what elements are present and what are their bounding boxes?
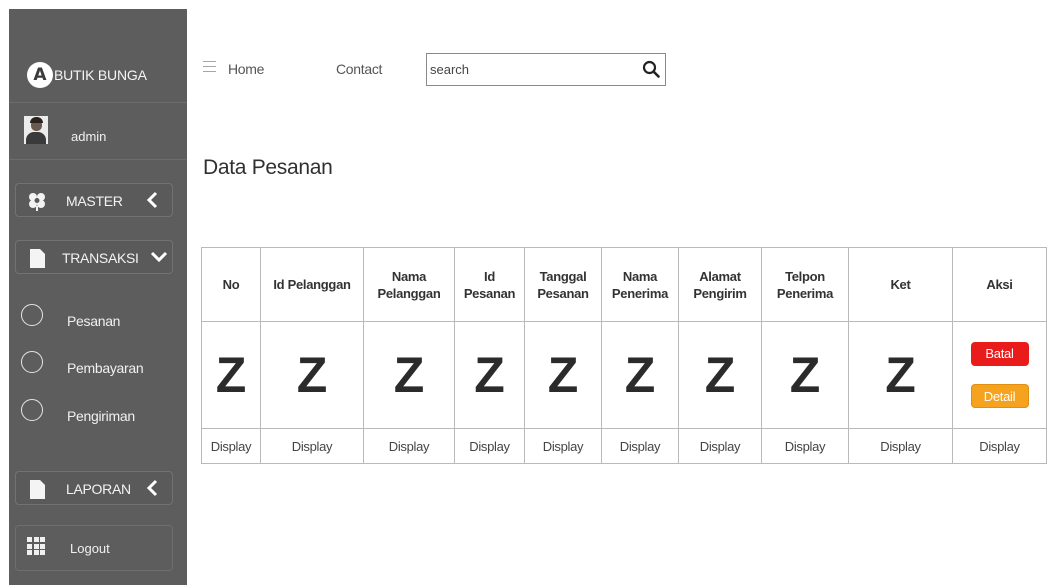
- display-cell: Display: [524, 428, 602, 464]
- sidebar-subitem-label: Pengiriman: [67, 408, 135, 424]
- page-title: Data Pesanan: [203, 156, 333, 179]
- flower-icon: [29, 193, 45, 211]
- display-cell: Display: [454, 428, 525, 464]
- placeholder-cell: Z: [454, 321, 525, 429]
- logout-label: Logout: [70, 541, 110, 556]
- sidebar-item-laporan-label: LAPORAN: [66, 481, 131, 497]
- sidebar-item-transaksi-label: TRANSAKSI: [62, 250, 139, 266]
- header-aksi: Aksi: [952, 247, 1047, 322]
- sidebar-subitem-pengiriman[interactable]: Pengiriman: [9, 396, 187, 436]
- document-icon: [30, 249, 45, 268]
- detail-button[interactable]: Detail: [970, 384, 1029, 408]
- search-box: [426, 53, 666, 86]
- sidebar: A BUTIK BUNGA admin MASTER TRANSAKSI Pes…: [9, 9, 187, 585]
- cancel-button[interactable]: Batal: [970, 342, 1029, 366]
- display-cell: Display: [761, 428, 849, 464]
- chevron-down-icon: [150, 251, 168, 263]
- search-input[interactable]: [430, 62, 630, 77]
- top-nav: Home Contact: [200, 52, 720, 88]
- sidebar-item-transaksi[interactable]: TRANSAKSI: [15, 240, 173, 274]
- brand-logo-icon: A: [27, 62, 53, 88]
- sidebar-subitem-pesanan[interactable]: Pesanan: [9, 301, 187, 341]
- display-cell: Display: [952, 428, 1047, 464]
- header-ket: Ket: [848, 247, 953, 322]
- placeholder-cell: Z: [761, 321, 849, 429]
- display-cell: Display: [260, 428, 364, 464]
- orders-table: No Id Pelanggan Nama Pelanggan Id Pesanan …: [201, 247, 1047, 464]
- search-icon[interactable]: [642, 60, 660, 78]
- user-panel: admin: [9, 104, 187, 160]
- nav-home-link[interactable]: Home: [228, 61, 264, 77]
- sidebar-subitem-pembayaran[interactable]: Pembayaran: [9, 348, 187, 388]
- display-cell: Display: [678, 428, 762, 464]
- user-name: admin: [71, 129, 107, 144]
- placeholder-cell: Z: [260, 321, 364, 429]
- document-icon: [30, 480, 45, 499]
- header-id-pelanggan: Id Pelanggan: [260, 247, 364, 322]
- menu-icon[interactable]: [203, 61, 216, 72]
- display-cell: Display: [601, 428, 679, 464]
- header-telpon-penerima: Telpon Penerima: [761, 247, 849, 322]
- table-row: Z Z Z Z Z Z Z Z Z Batal Detail: [201, 321, 1047, 429]
- header-nama-pelanggan: Nama Pelanggan: [363, 247, 455, 322]
- display-cell: Display: [363, 428, 455, 464]
- placeholder-cell: Z: [201, 321, 261, 429]
- circle-icon: [21, 399, 43, 421]
- display-cell: Display: [201, 428, 261, 464]
- logout-button[interactable]: Logout: [15, 525, 173, 571]
- sidebar-item-master[interactable]: MASTER: [15, 183, 173, 217]
- chevron-left-icon: [146, 191, 158, 209]
- header-nama-penerima: Nama Penerima: [601, 247, 679, 322]
- circle-icon: [21, 304, 43, 326]
- brand-name: BUTIK BUNGA: [54, 67, 147, 83]
- brand[interactable]: A BUTIK BUNGA: [9, 9, 187, 103]
- sidebar-subitem-label: Pembayaran: [67, 360, 144, 376]
- header-tanggal-pesanan: Tanggal Pesanan: [524, 247, 602, 322]
- nav-contact-link[interactable]: Contact: [336, 61, 382, 77]
- avatar: [24, 116, 48, 144]
- placeholder-cell: Z: [601, 321, 679, 429]
- table-row: Display Display Display Display Display …: [201, 428, 1047, 464]
- grid-icon: [27, 537, 45, 555]
- sidebar-item-master-label: MASTER: [66, 193, 123, 209]
- placeholder-cell: Z: [848, 321, 953, 429]
- action-cell: Batal Detail: [952, 321, 1047, 429]
- header-id-pesanan: Id Pesanan: [454, 247, 525, 322]
- header-no: No: [201, 247, 261, 322]
- sidebar-subitem-label: Pesanan: [67, 313, 121, 329]
- placeholder-cell: Z: [524, 321, 602, 429]
- display-cell: Display: [848, 428, 953, 464]
- table-header-row: No Id Pelanggan Nama Pelanggan Id Pesanan …: [201, 247, 1047, 322]
- placeholder-cell: Z: [363, 321, 455, 429]
- sidebar-item-laporan[interactable]: LAPORAN: [15, 471, 173, 505]
- placeholder-cell: Z: [678, 321, 762, 429]
- chevron-left-icon: [146, 479, 158, 497]
- header-alamat-pengirim: Alamat Pengirim: [678, 247, 762, 322]
- circle-icon: [21, 351, 43, 373]
